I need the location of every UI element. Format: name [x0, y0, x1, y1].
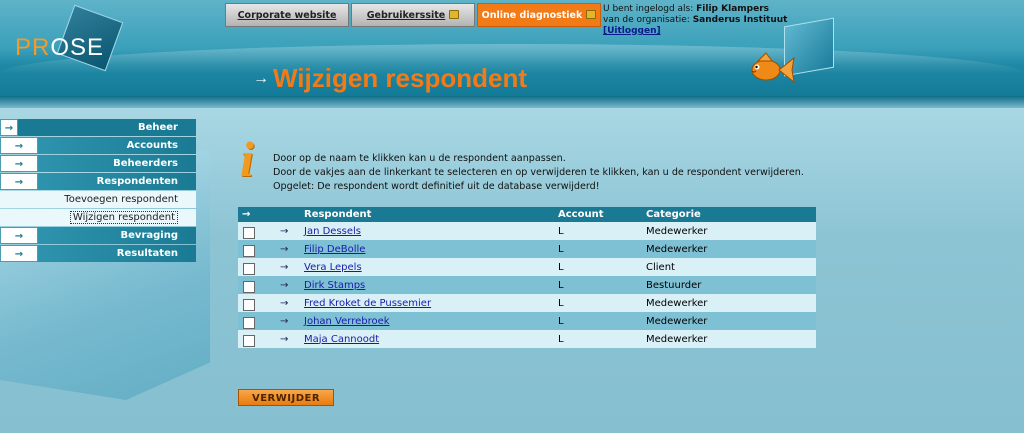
arrow-icon: → — [0, 227, 38, 244]
account-cell: L — [558, 297, 564, 309]
sidebar-item-label: Beheer — [18, 119, 196, 136]
column-header-respondent[interactable]: Respondent — [304, 207, 558, 222]
page-title-text: Wijzigen respondent — [273, 63, 527, 93]
category-cell: Bestuurder — [646, 279, 702, 291]
respondent-name-link[interactable]: Jan Dessels — [304, 226, 361, 237]
respondent-name-link[interactable]: Johan Verrebroek — [304, 316, 390, 327]
sidebar-item-label: Bevraging — [38, 227, 196, 244]
respondent-table: → Respondent Account Categorie → Jan Dess… — [238, 207, 816, 348]
header-band — [0, 96, 1024, 108]
respondent-name-link[interactable]: Vera Lepels — [304, 262, 362, 273]
logo-text: PROSE — [15, 34, 105, 61]
row-checkbox[interactable] — [243, 227, 255, 239]
sidebar-item-beheerders[interactable]: → Beheerders — [0, 155, 196, 172]
sidebar: → Beheer → Accounts → Beheerders → Respo… — [0, 119, 196, 263]
logout-link[interactable]: [Uitloggen] — [603, 26, 661, 36]
sidebar-item-label: Respondenten — [38, 173, 196, 190]
table-row: → Jan Dessels L Medewerker — [238, 222, 816, 240]
sidebar-item-accounts[interactable]: → Accounts — [0, 137, 196, 154]
category-cell: Medewerker — [646, 297, 708, 309]
table-row: → Filip DeBolle L Medewerker — [238, 240, 816, 258]
table-header-row: → Respondent Account Categorie — [238, 207, 816, 222]
table-row: → Johan Verrebroek L Medewerker — [238, 312, 816, 330]
account-cell: L — [558, 225, 564, 237]
category-cell: Medewerker — [646, 333, 708, 345]
row-checkbox[interactable] — [243, 281, 255, 293]
respondent-name-link[interactable]: Filip DeBolle — [304, 244, 365, 255]
info-line: Door op de naam te klikken kan u de resp… — [273, 153, 566, 164]
table-row: → Fred Kroket de Pussemier L Medewerker — [238, 294, 816, 312]
delete-button[interactable]: VERWIJDER — [238, 389, 334, 406]
row-checkbox[interactable] — [243, 245, 255, 257]
row-checkbox[interactable] — [243, 263, 255, 275]
info-line: Door de vakjes aan de linkerkant te sele… — [273, 167, 804, 178]
sidebar-item-resultaten[interactable]: → Resultaten — [0, 245, 196, 262]
row-arrow-icon: → — [280, 225, 289, 237]
respondent-name-link[interactable]: Maja Cannoodt — [304, 334, 379, 345]
sidebar-item-respondenten[interactable]: → Respondenten — [0, 173, 196, 190]
tab-online-diagnostiek[interactable]: Online diagnostiek — [477, 3, 601, 27]
table-row: → Dirk Stamps L Bestuurder — [238, 276, 816, 294]
header-banner: PROSE Corporate website Gebruikerssite O… — [0, 0, 1024, 108]
row-arrow-icon: → — [280, 315, 289, 327]
row-checkbox[interactable] — [243, 299, 255, 311]
info-line: Opgelet: De respondent wordt definitief … — [273, 181, 600, 192]
sidebar-item-bevraging[interactable]: → Bevraging — [0, 227, 196, 244]
category-cell: Medewerker — [646, 225, 708, 237]
lock-icon — [586, 10, 597, 19]
account-cell: L — [558, 333, 564, 345]
tab-gebruikerssite[interactable]: Gebruikerssite — [351, 3, 475, 27]
account-cell: L — [558, 261, 564, 273]
row-arrow-icon: → — [280, 297, 289, 309]
page-title: → Wijzigen respondent — [253, 63, 527, 94]
account-cell: L — [558, 315, 564, 327]
table-row: → Maja Cannoodt L Medewerker — [238, 330, 816, 348]
sidebar-subitem-toevoegen-respondent[interactable]: Toevoegen respondent — [0, 191, 196, 208]
arrow-icon: → — [0, 119, 18, 136]
sidebar-subitem-label: Wijzigen respondent — [69, 211, 178, 224]
row-arrow-icon: → — [280, 279, 289, 291]
sidebar-subitem-wijzigen-respondent[interactable]: Wijzigen respondent — [0, 209, 196, 226]
info-icon: i — [240, 131, 254, 187]
category-cell: Medewerker — [646, 243, 708, 255]
row-checkbox[interactable] — [243, 335, 255, 347]
lock-icon — [449, 10, 460, 19]
sidebar-subitem-label: Toevoegen respondent — [64, 194, 178, 205]
arrow-icon: → — [0, 173, 38, 190]
arrow-icon: → — [0, 245, 38, 262]
sidebar-item-label: Accounts — [38, 137, 196, 154]
sidebar-item-beheer[interactable]: → Beheer — [0, 119, 196, 136]
row-checkbox[interactable] — [243, 317, 255, 329]
table-row: → Vera Lepels L Client — [238, 258, 816, 276]
row-arrow-icon: → — [280, 333, 289, 345]
tab-corporate-website[interactable]: Corporate website — [225, 3, 349, 27]
user-name: Filip Klampers — [696, 4, 769, 14]
goldfish-icon — [751, 52, 795, 84]
column-header-categorie[interactable]: Categorie — [646, 207, 816, 222]
prose-logo[interactable]: PROSE — [12, 4, 124, 82]
arrow-icon: → — [0, 155, 38, 172]
respondent-name-link[interactable]: Dirk Stamps — [304, 280, 365, 291]
account-cell: L — [558, 279, 564, 291]
header-arrow-icon: → — [242, 209, 251, 220]
top-nav: Corporate website Gebruikerssite Online … — [225, 3, 601, 27]
category-cell: Medewerker — [646, 315, 708, 327]
category-cell: Client — [646, 261, 675, 273]
info-text: Door op de naam te klikken kan u de resp… — [273, 152, 804, 194]
sidebar-item-label: Resultaten — [38, 245, 196, 262]
title-arrow-icon: → — [253, 70, 269, 87]
user-info: U bent ingelogd als: Filip Klampers van … — [603, 4, 787, 37]
arrow-icon: → — [0, 137, 38, 154]
row-arrow-icon: → — [280, 243, 289, 255]
org-name: Sanderus Instituut — [692, 15, 788, 25]
sidebar-item-label: Beheerders — [38, 155, 196, 172]
account-cell: L — [558, 243, 564, 255]
row-arrow-icon: → — [280, 261, 289, 273]
respondent-name-link[interactable]: Fred Kroket de Pussemier — [304, 298, 431, 309]
column-header-account[interactable]: Account — [558, 207, 646, 222]
org-prefix: van de organisatie: — [603, 15, 690, 25]
user-prefix: U bent ingelogd als: — [603, 4, 694, 14]
